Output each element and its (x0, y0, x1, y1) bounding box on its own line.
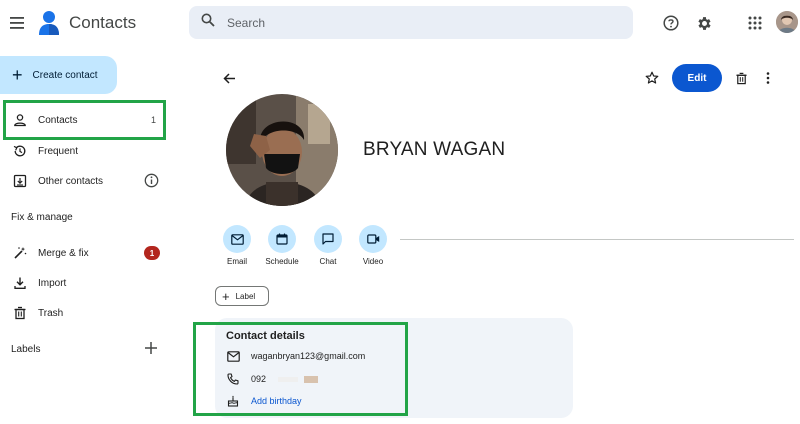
plus-icon: + (12, 65, 23, 85)
label-chip-text: Label (235, 291, 256, 301)
email-action[interactable]: Email (217, 225, 257, 266)
schedule-action[interactable]: Schedule (262, 225, 302, 266)
phone-row[interactable]: 092 (226, 371, 319, 387)
menu-icon[interactable] (7, 13, 27, 33)
contacts-count: 1 (151, 115, 157, 125)
sidebar-item-merge-fix[interactable]: Merge & fix 1 (0, 240, 170, 266)
add-label-chip[interactable]: + Label (215, 286, 269, 306)
sidebar-item-trash[interactable]: Trash (0, 300, 170, 326)
video-action-label: Video (362, 257, 384, 266)
history-icon (12, 143, 28, 159)
email-row[interactable]: waganbryan123@gmail.com (226, 348, 365, 364)
redacted-digits (278, 376, 299, 382)
video-action[interactable]: Video (353, 225, 393, 266)
sidebar-item-label: Trash (38, 307, 64, 319)
search-icon (201, 13, 215, 32)
sidebar-item-label: Other contacts (38, 175, 104, 187)
download-icon (12, 275, 28, 291)
chat-action[interactable]: Chat (308, 225, 348, 266)
sidebar-item-import[interactable]: Import (0, 270, 170, 296)
delete-icon[interactable] (731, 68, 751, 88)
chat-action-label: Chat (319, 257, 337, 266)
app-title: Contacts (69, 13, 137, 32)
contact-email[interactable]: waganbryan123@gmail.com (251, 351, 365, 361)
sidebar-item-other-contacts[interactable]: Other contacts (0, 168, 170, 194)
archive-down-icon (12, 173, 28, 189)
search-bar[interactable] (189, 6, 633, 39)
info-icon[interactable] (144, 173, 159, 191)
mail-icon (226, 349, 240, 363)
video-icon (359, 225, 387, 253)
sidebar-item-contacts[interactable]: Contacts 1 (0, 107, 170, 133)
contacts-logo-icon (38, 10, 60, 36)
contact-phone[interactable]: 092 (251, 374, 266, 384)
mail-icon (223, 225, 251, 253)
birthday-row[interactable]: Add birthday (226, 393, 302, 409)
star-icon[interactable] (642, 68, 662, 88)
trash-icon (12, 305, 28, 321)
contact-name: BRYAN WAGAN (363, 139, 506, 160)
create-contact-button[interactable]: + Create contact (0, 56, 117, 94)
fix-manage-heading: Fix & manage (11, 212, 73, 223)
labels-heading: Labels (11, 344, 41, 355)
top-bar: Contacts (0, 0, 800, 46)
settings-icon[interactable] (693, 12, 715, 34)
phone-icon (226, 372, 240, 386)
person-icon (12, 112, 28, 128)
apps-grid-icon[interactable] (744, 12, 766, 34)
sidebar-item-frequent[interactable]: Frequent (0, 138, 170, 164)
sidebar-item-label: Merge & fix (38, 247, 89, 259)
sidebar-item-label: Frequent (38, 145, 79, 157)
create-contact-label: Create contact (32, 69, 98, 81)
account-avatar[interactable] (776, 11, 798, 33)
redacted-digits-mark (304, 375, 319, 383)
sidebar-item-label: Contacts (38, 114, 78, 126)
cake-icon (226, 394, 240, 408)
search-input[interactable] (227, 15, 607, 30)
help-icon[interactable] (660, 12, 682, 34)
magic-wand-icon (12, 245, 28, 261)
chat-icon (314, 225, 342, 253)
add-birthday-link[interactable]: Add birthday (251, 396, 302, 406)
calendar-icon (268, 225, 296, 253)
actions-divider (400, 239, 794, 240)
merge-badge: 1 (144, 246, 160, 260)
contact-details-title: Contact details (226, 330, 305, 342)
plus-icon: + (222, 288, 230, 304)
more-vert-icon[interactable] (758, 68, 778, 88)
contact-photo (226, 94, 338, 206)
back-arrow-icon[interactable] (219, 68, 239, 88)
edit-button[interactable]: Edit (672, 64, 722, 92)
add-label-icon[interactable] (144, 341, 158, 360)
email-action-label: Email (226, 257, 247, 266)
schedule-action-label: Schedule (265, 257, 299, 266)
sidebar-item-label: Import (38, 277, 67, 289)
